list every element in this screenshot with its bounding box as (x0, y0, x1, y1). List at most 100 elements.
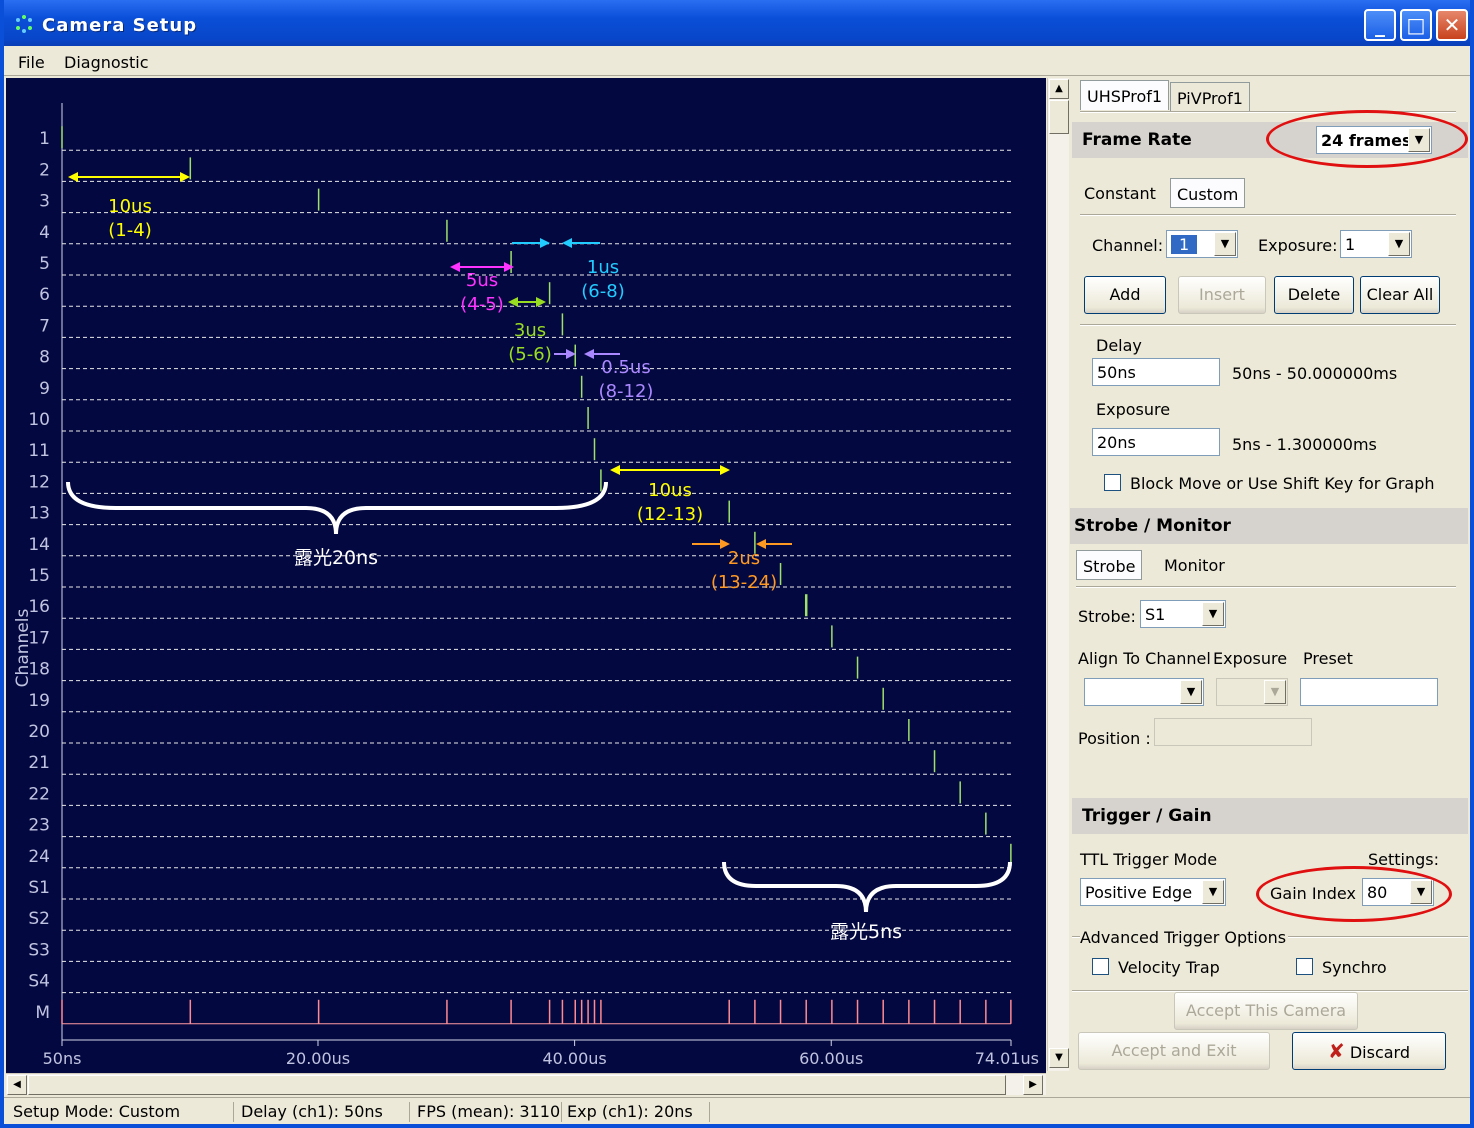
insert-button[interactable]: Insert (1178, 276, 1266, 314)
delete-button[interactable]: Delete (1274, 276, 1354, 314)
brace-exposure-20ns (66, 481, 608, 535)
close-button[interactable]: ✕ (1436, 9, 1468, 41)
title-bar[interactable]: Camera Setup _ □ ✕ (4, 0, 1470, 46)
annotation-sub: (5-6) (508, 344, 551, 365)
menu-file[interactable]: File (18, 53, 45, 72)
exposure-input[interactable]: 20ns (1092, 428, 1220, 456)
discard-label: Discard (1349, 1043, 1410, 1062)
channel-label: 22 (28, 784, 50, 804)
scroll-down-icon[interactable]: ▼ (1049, 1048, 1069, 1068)
vertical-scrollbar[interactable]: ▲ ▼ (1047, 78, 1069, 1071)
channel-label: 20 (28, 722, 50, 742)
tab-pivprof1[interactable]: PiVProf1 (1170, 82, 1250, 112)
status-setup-mode: Setup Mode: Custom (8, 1102, 234, 1122)
scroll-right-icon[interactable]: ▶ (1023, 1075, 1043, 1095)
trigger-gain-title: Trigger / Gain (1082, 806, 1212, 826)
velocity-trap-checkbox[interactable] (1092, 958, 1109, 975)
tab-uhsprof1[interactable]: UHSProf1 (1080, 80, 1170, 110)
app-icon (16, 15, 32, 33)
ttl-trigger-select[interactable]: Positive Edge ▼ (1080, 878, 1226, 906)
strobe-select[interactable]: S1 ▼ (1140, 600, 1226, 628)
chevron-down-icon[interactable]: ▼ (1264, 680, 1286, 704)
preset-input[interactable] (1300, 678, 1438, 706)
tab-constant[interactable]: Constant (1084, 184, 1156, 203)
add-button[interactable]: Add (1084, 276, 1166, 314)
channel-label: 12 (28, 472, 50, 492)
minimize-button[interactable]: _ (1364, 9, 1396, 41)
x-tick-label: 74.01us (975, 1049, 1039, 1068)
accept-camera-button[interactable]: Accept This Camera (1174, 992, 1358, 1030)
exposure-select[interactable]: 1 ▼ (1340, 230, 1412, 258)
arrowhead (562, 238, 572, 248)
channel-select[interactable]: 1 ▼ (1166, 230, 1238, 258)
channel-label: Channel: (1092, 236, 1164, 255)
tab-custom[interactable]: Custom (1170, 178, 1246, 208)
delay-input[interactable]: 50ns (1092, 358, 1220, 386)
strobe-exposure-select[interactable]: ▼ (1216, 678, 1288, 706)
velocity-trap-label: Velocity Trap (1118, 958, 1220, 977)
annotation-label: 1us (587, 257, 619, 278)
preset-label: Preset (1303, 649, 1353, 668)
synchro-checkbox[interactable] (1296, 958, 1313, 975)
channel-value: 1 (1171, 235, 1198, 254)
maximize-button[interactable]: □ (1400, 9, 1432, 41)
chevron-down-icon[interactable]: ▼ (1202, 880, 1224, 904)
channel-label: 24 (28, 847, 50, 867)
channel-label: 23 (28, 816, 50, 836)
clear-all-button[interactable]: Clear All (1360, 276, 1440, 314)
status-bar: Setup Mode: Custom Delay (ch1): 50ns FPS… (4, 1097, 1470, 1124)
divider (1080, 324, 1456, 326)
exposure-label: Exposure (1096, 400, 1171, 419)
horizontal-scrollbar[interactable]: ◀ ▶ (6, 1073, 1046, 1095)
annotation-label: 5us (466, 270, 498, 291)
accept-exit-button[interactable]: Accept and Exit (1078, 1032, 1270, 1070)
channel-label: 1 (39, 129, 50, 149)
status-exposure: Exp (ch1): 20ns (562, 1102, 710, 1122)
scroll-up-icon[interactable]: ▲ (1049, 79, 1069, 99)
scroll-thumb-horizontal[interactable] (28, 1075, 1006, 1095)
timing-chart[interactable]: 1 2 3 4 5 6 7 8 9 10 11 12 13 14 15 16 17 18 19 20 21 22 23 24 S… (6, 78, 1046, 1073)
annotation-sub: (4-5) (460, 294, 503, 315)
annotation-label: 2us (728, 548, 760, 569)
chevron-down-icon[interactable]: ▼ (1180, 680, 1202, 704)
x-tick-label: 40.00us (542, 1049, 606, 1068)
block-move-checkbox[interactable] (1104, 474, 1121, 491)
frame-rate-label: Frame Rate (1082, 130, 1192, 150)
position-input[interactable] (1154, 718, 1312, 746)
ttl-trigger-label: TTL Trigger Mode (1080, 850, 1218, 869)
channel-label: S2 (28, 909, 50, 929)
advanced-trigger-label: Advanced Trigger Options (1080, 928, 1289, 947)
channel-label: 4 (39, 223, 50, 243)
highlight-oval (1256, 866, 1452, 922)
chevron-down-icon[interactable]: ▼ (1202, 602, 1224, 626)
chevron-down-icon[interactable]: ▼ (1214, 232, 1236, 256)
scroll-thumb[interactable] (1049, 100, 1069, 134)
channel-label: 15 (28, 566, 50, 586)
channel-label: 5 (39, 254, 50, 274)
divider (1080, 214, 1456, 216)
window-title: Camera Setup (42, 15, 198, 36)
scroll-left-icon[interactable]: ◀ (7, 1075, 27, 1095)
annotation-label: 露光20ns (294, 547, 378, 569)
timing-chart-svg: 123456789101112131415161718192021222324S… (13, 103, 1039, 1068)
arrowhead (450, 262, 460, 272)
channel-label: 14 (28, 535, 50, 555)
annotation-label: 0.5us (601, 357, 650, 378)
exposure-select-value: 1 (1345, 235, 1356, 254)
align-channel-select[interactable]: ▼ (1084, 678, 1204, 706)
annotation-label: 露光5ns (830, 921, 902, 943)
channel-label: S3 (28, 940, 50, 960)
menu-diagnostic[interactable]: Diagnostic (64, 53, 149, 72)
arrowhead (584, 349, 594, 359)
chevron-down-icon[interactable]: ▼ (1388, 232, 1410, 256)
annotation-sub: (12-13) (637, 504, 703, 525)
strobe-label: Strobe: (1078, 607, 1136, 626)
discard-button[interactable]: ✘ Discard (1292, 1032, 1446, 1070)
arrowhead (566, 349, 576, 359)
annotation-sub: (1-4) (108, 220, 151, 241)
tab-monitor[interactable]: Monitor (1164, 556, 1225, 575)
x-tick-label: 60.00us (799, 1049, 863, 1068)
tab-strobe[interactable]: Strobe (1076, 550, 1143, 580)
arrowhead (508, 297, 518, 307)
align-channel-label: Align To Channel (1078, 649, 1211, 668)
